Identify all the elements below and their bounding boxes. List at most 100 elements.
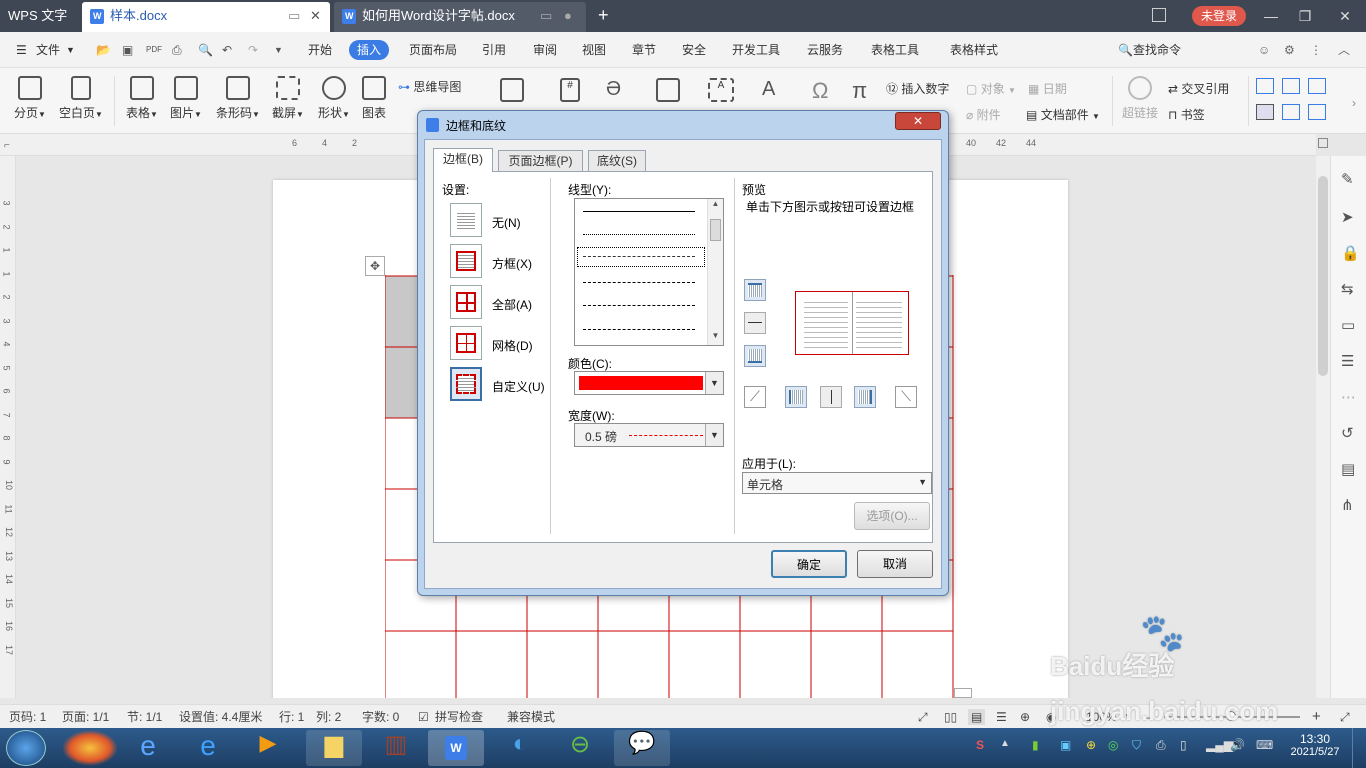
page-number-icon[interactable]: # [560,78,580,102]
360-icon[interactable]: ⊖ [552,730,608,766]
backup-icon[interactable]: ▤ [1341,460,1355,478]
monitor-icon[interactable]: ▭ [540,2,552,30]
doc-parts-button[interactable]: ▤ 文档部件 ▼ [1026,106,1100,123]
page-break-button[interactable]: 分页▼ [10,76,50,121]
color-select[interactable]: ▼ [574,371,724,395]
start-button[interactable] [6,730,46,766]
search-icon[interactable]: 🔍 [1118,40,1133,60]
doc-tab-sample[interactable]: 样本.docx ▭ ✕ [82,2,330,32]
scroll-down-icon[interactable]: ▼ [708,331,723,345]
zoom-out-icon[interactable]: — [1146,709,1158,725]
preview-box[interactable] [795,291,909,355]
dialog-close-button[interactable]: ✕ [895,112,941,130]
chevron-down-icon[interactable]: ▼ [705,424,723,446]
login-button[interactable]: 未登录 [1192,6,1246,26]
device-icon[interactable]: ▯ [1180,738,1187,752]
top-border-button[interactable] [744,279,766,301]
line-list-scrollbar[interactable]: ▲ ▼ [707,199,723,345]
zoom-level[interactable]: 100% [1086,709,1117,725]
smiley-icon[interactable]: ☺ [1258,40,1270,60]
line-dash-dot[interactable] [583,305,695,306]
chevron-down-icon[interactable]: ▼ [918,477,927,487]
inside-h-border-button[interactable] [744,312,766,334]
table-style-icon[interactable] [1256,78,1274,94]
wps-writer-taskbar[interactable]: W [428,730,484,766]
close-tab-icon[interactable]: ✕ [310,2,321,30]
zoom-dropdown-icon[interactable]: ▼ [1124,709,1132,725]
chevron-down-icon[interactable]: ▼ [66,40,75,60]
page-number[interactable]: 页码: 1 [9,709,46,725]
apply-to-select[interactable]: 单元格 ▼ [742,472,932,494]
frame-icon[interactable] [1308,104,1326,120]
bottom-border-button[interactable] [744,345,766,367]
zoom-in-icon[interactable]: + [1312,709,1321,725]
printer-tray-icon[interactable]: ⎙ [1156,738,1166,753]
window-mode-icon[interactable] [1152,8,1166,22]
fit-icon[interactable]: ⤢ [1340,709,1350,725]
setting-all-button[interactable] [450,285,482,319]
volume-icon[interactable]: 🔊 [1230,738,1245,752]
diag-down-button[interactable]: ⟋ [744,386,766,408]
line-solid[interactable] [583,211,695,212]
save-icon[interactable]: ▣ [122,40,133,60]
symbol-icon[interactable]: Ω [812,78,836,103]
ribbon-scroll-right-icon[interactable]: › [1352,96,1356,110]
add-row-icon[interactable] [954,688,972,698]
share-icon[interactable]: ⋔ [1341,496,1354,514]
barcode-button[interactable]: 条形码▼ [212,76,264,121]
row-indicator[interactable]: 行: 1 [279,709,304,725]
setting-custom-button[interactable] [450,367,482,401]
options-button[interactable]: 选项(O)... [854,502,930,530]
page-count[interactable]: 页面: 1/1 [62,709,109,725]
wechat-icon[interactable]: 💬 [614,730,670,766]
diag-up-button[interactable]: ⟍ [895,386,917,408]
menu-cloud[interactable]: 云服务 [807,40,843,60]
redo-icon[interactable]: ↷ [248,40,258,60]
mindmap-button[interactable]: ⊶ 思维导图 [398,78,461,95]
insert-number-button[interactable]: ⑫ 插入数字 [886,80,949,97]
checkbox-icon[interactable] [1282,78,1300,94]
formula-icon[interactable]: π [852,78,876,103]
close-window-icon[interactable]: ✕ [1330,0,1360,32]
wechat-tray-icon[interactable]: ◎ [1108,738,1118,752]
network-app-icon[interactable]: ▣ [1060,738,1071,752]
setting-box-button[interactable] [450,244,482,278]
chart-button[interactable]: 图表 [358,76,390,121]
menu-references[interactable]: 引用 [482,40,506,60]
edge-icon[interactable]: ◐ [492,730,548,766]
left-border-button[interactable] [785,386,807,408]
compat-mode[interactable]: 兼容模式 [507,709,555,725]
read-mode-icon[interactable]: ▯▯ [944,709,957,725]
media-player-icon[interactable]: ▶ [240,730,296,766]
undo-icon[interactable]: ↶ [222,40,232,60]
tab-shading[interactable]: 底纹(S) [588,150,646,172]
search-command[interactable]: 查找命令 [1133,40,1181,60]
header-icon[interactable] [500,78,524,102]
monitor-icon[interactable]: ▭ [288,2,300,30]
quick-access-dropdown-icon[interactable]: ▼ [274,40,283,60]
tab-borders[interactable]: 边框(B) [433,148,493,172]
cancel-button[interactable]: 取消 [857,550,933,578]
pen-icon[interactable]: ✎ [1341,170,1354,188]
menu-table-style[interactable]: 表格样式 [950,40,998,60]
line-style-list[interactable]: ▲ ▼ [574,198,724,346]
inside-v-border-button[interactable] [820,386,842,408]
setting-none-button[interactable] [450,203,482,237]
screenshot-button[interactable]: 截屏▼ [268,76,308,121]
file-menu[interactable]: 文件 [36,40,60,60]
setting-custom-label[interactable]: 自定义(U) [492,378,545,395]
tab-page-border[interactable]: 页面边框(P) [498,150,583,172]
menu-view[interactable]: 视图 [582,40,606,60]
share-doc-icon[interactable]: ⇆ [1341,280,1354,298]
line-dashed[interactable] [583,282,695,283]
winrar-icon[interactable]: ▥ [368,730,424,766]
line-selected-highlight[interactable] [577,247,705,267]
archive-icon[interactable]: ▭ [1341,316,1355,334]
more-icon[interactable]: ⋮ [1310,40,1322,60]
history-icon[interactable]: ↺ [1341,424,1354,442]
outline-view-icon[interactable]: ☰ [996,709,1007,725]
spell-check[interactable]: 拼写检查 [435,709,483,725]
lock-icon[interactable]: 🔒 [1341,244,1360,262]
object-button[interactable]: ▢ 对象 ▼ [966,80,1016,97]
sogou-icon[interactable]: S [976,738,984,752]
